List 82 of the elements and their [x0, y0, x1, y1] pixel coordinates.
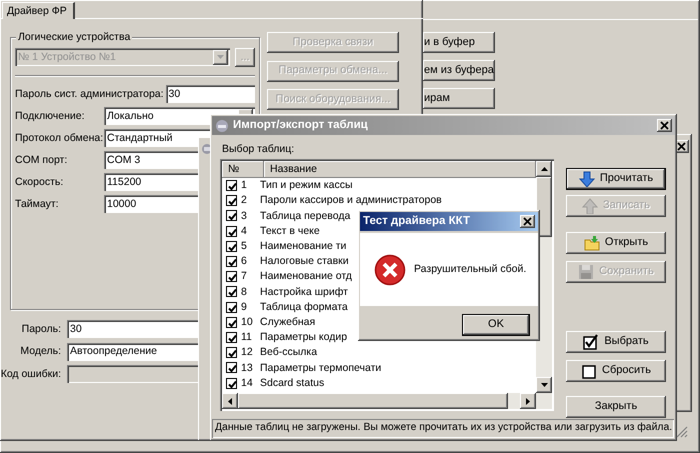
- arrow-up-icon: [582, 198, 598, 214]
- dialog-button[interactable]: Сбросить: [566, 360, 666, 382]
- resize-grip-icon: [676, 426, 688, 438]
- table-name: Наименование ти: [260, 240, 346, 253]
- dialog-button[interactable]: Закрыть: [566, 396, 666, 418]
- arrow-left-icon: [228, 398, 232, 404]
- row-number: 8: [241, 286, 248, 298]
- arrow-right-icon: [526, 398, 530, 404]
- row-number: 1: [241, 179, 248, 192]
- dialog-button[interactable]: Открыть: [566, 232, 666, 254]
- scrollbar-thumb[interactable]: [238, 393, 508, 409]
- field-label: Скорость:: [15, 176, 64, 188]
- arrow-down-icon: [578, 171, 595, 187]
- field-label: Таймаут:: [15, 198, 60, 210]
- column-header[interactable]: №: [222, 161, 264, 178]
- field-label: Код ошибки:: [0, 368, 62, 380]
- checkbox[interactable]: [226, 286, 237, 298]
- table-name: Наименование отд: [260, 270, 352, 284]
- scrollbar[interactable]: [222, 393, 552, 409]
- row-number: 14: [241, 376, 254, 390]
- row-number: 7: [241, 270, 248, 284]
- toolbar-button[interactable]: ирам: [423, 88, 495, 109]
- checkbox-icon: [581, 363, 598, 379]
- status-bar: Данные таблиц не загружены. Вы можете прочитать их из устройства или загрузить из файла.: [212, 419, 674, 438]
- arrow-down-icon: [540, 383, 548, 387]
- field-label: COM порт:: [15, 154, 68, 166]
- row-number: 5: [241, 240, 248, 253]
- checkbox[interactable]: [226, 256, 237, 268]
- table-name: Налоговые ставки: [260, 255, 349, 268]
- field-label: Модель:: [19, 345, 62, 358]
- table-name: Служебная: [260, 316, 316, 329]
- error-icon: [374, 254, 406, 286]
- table-name: Настройка шрифт: [260, 286, 348, 298]
- dialog-button[interactable]: Прочитать: [566, 168, 666, 190]
- checkbox[interactable]: [226, 332, 237, 343]
- table-name: Таблица перевода: [260, 210, 350, 222]
- checkbox[interactable]: [226, 271, 237, 282]
- dropdown-arrow-icon: [217, 55, 224, 59]
- checkbox[interactable]: [226, 347, 237, 358]
- row-number: 2: [241, 194, 248, 208]
- column-header[interactable]: Название: [264, 161, 536, 178]
- field-label: Пароль:: [20, 322, 62, 336]
- table-name: Параметры термопечати: [260, 362, 382, 374]
- input-field[interactable]: 30: [166, 85, 255, 103]
- app-icon: [215, 118, 229, 132]
- folder-icon: [584, 235, 600, 251]
- row-number: 9: [241, 300, 248, 314]
- message-text: Разрушительный сбой.: [414, 263, 526, 276]
- checkbox[interactable]: [226, 226, 237, 237]
- table-name: Таблица формата: [260, 300, 348, 314]
- field-label: Протокол обмена:: [15, 132, 104, 144]
- row-number: 4: [241, 224, 248, 238]
- field-label: Подключение:: [15, 110, 86, 122]
- checkbox-icon: [583, 334, 600, 350]
- checkbox[interactable]: [226, 302, 237, 313]
- close-button[interactable]: [657, 119, 672, 132]
- checkbox[interactable]: [226, 195, 237, 206]
- row-number: 6: [241, 255, 248, 268]
- toolbar-button[interactable]: ем из буфера: [423, 60, 495, 81]
- table-name: Параметры кодир: [260, 331, 348, 344]
- field-label: Пароль сист. администратора:: [15, 88, 164, 100]
- table-name: Пароли кассиров и администраторов: [260, 194, 442, 208]
- tab[interactable]: Драйвер ФР: [2, 2, 75, 19]
- checkbox[interactable]: [226, 180, 237, 192]
- row-number: 13: [241, 362, 254, 374]
- window-title: Тест драйвера ККТ: [363, 214, 471, 228]
- checkbox[interactable]: [226, 362, 237, 374]
- group-title: Логические устройства: [16, 31, 132, 44]
- close-button[interactable]: [520, 215, 535, 228]
- checkbox[interactable]: [226, 210, 237, 222]
- toolbar-button[interactable]: и в буфер: [423, 32, 495, 53]
- checkbox[interactable]: [226, 378, 237, 389]
- arrow-up-icon: [540, 167, 548, 171]
- table-name: Тип и режим кассы: [260, 179, 353, 192]
- dialog-button[interactable]: Выбрать: [566, 331, 666, 353]
- table-name: Текст в чеке: [260, 224, 320, 238]
- table-name: Веб-ссылка: [260, 346, 318, 359]
- table-name: Sdcard status: [260, 376, 324, 390]
- checkbox[interactable]: [226, 240, 237, 252]
- ok-button[interactable]: OK: [462, 314, 530, 336]
- checkbox[interactable]: [226, 316, 237, 328]
- row-number: 12: [241, 346, 254, 359]
